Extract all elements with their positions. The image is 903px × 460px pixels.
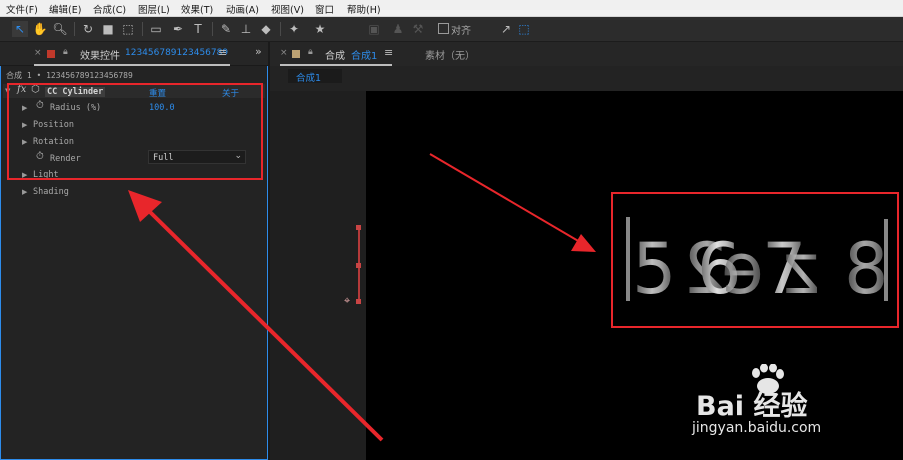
watermark-url: jingyan.baidu.com [692,420,822,436]
watermark: Bai 经验 jingyan.baidu.com [692,364,856,440]
arrow-right-head-icon [571,234,596,252]
watermark-brand: Bai 经验 [696,391,808,422]
